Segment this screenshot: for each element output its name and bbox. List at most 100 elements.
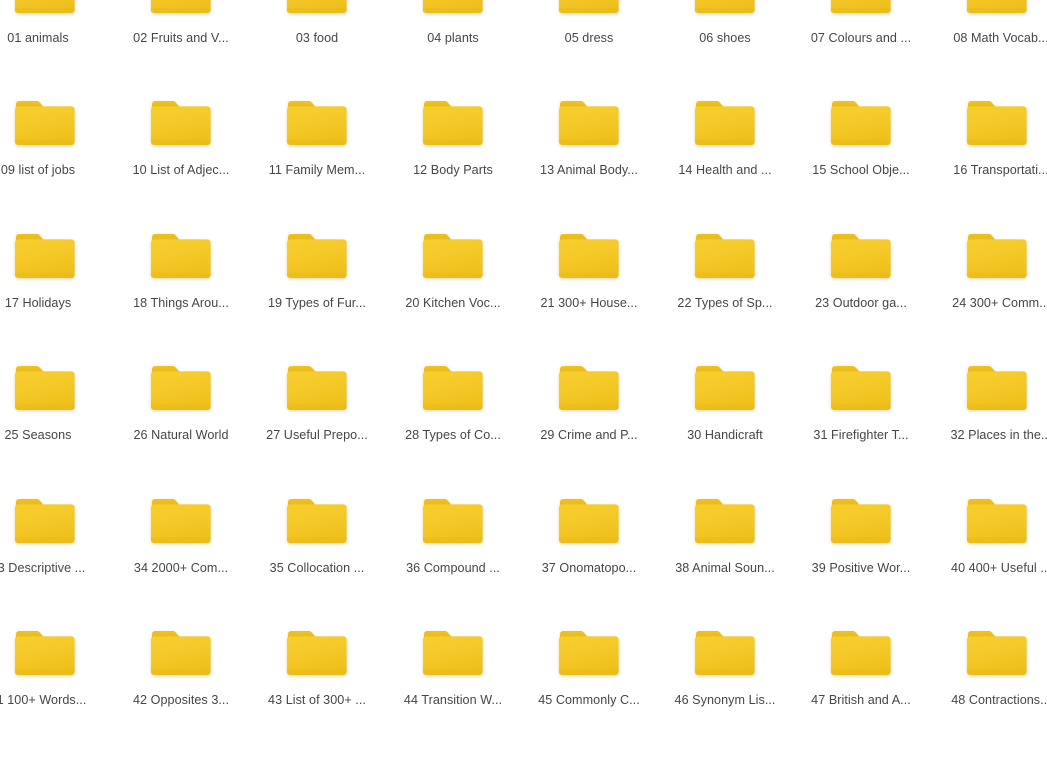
file-item[interactable]: 32 Places in the... [929,360,1047,443]
folder-icon-wrapper[interactable] [793,625,929,687]
file-item[interactable]: 22 Types of Sp... [657,228,793,311]
folder-icon-wrapper[interactable] [793,95,929,157]
file-item[interactable]: 44 Transition W... [385,625,521,708]
file-item[interactable]: 08 Math Vocab... [929,0,1047,46]
file-item[interactable]: 05 dress [521,0,657,46]
folder-icon-wrapper[interactable] [385,625,521,687]
folder-icon-wrapper[interactable] [929,360,1047,422]
file-item[interactable]: 07 Colours and ... [793,0,929,46]
folder-icon-wrapper[interactable] [793,360,929,422]
folder-icon-wrapper[interactable] [249,95,385,157]
file-item[interactable]: 39 Positive Wor... [793,493,929,576]
file-item[interactable]: 31 Firefighter T... [793,360,929,443]
folder-icon-wrapper[interactable] [793,228,929,290]
folder-icon-wrapper[interactable] [113,360,249,422]
file-item[interactable]: 43 List of 300+ ... [249,625,385,708]
file-item[interactable]: 40 400+ Useful ... [929,493,1047,576]
folder-icon-wrapper[interactable] [521,228,657,290]
folder-icon-wrapper[interactable] [0,228,113,290]
folder-icon-wrapper[interactable] [385,0,521,25]
file-item[interactable]: 16 Transportati... [929,95,1047,178]
file-item[interactable]: 25 Seasons [0,360,113,443]
folder-icon-wrapper[interactable] [793,0,929,25]
file-item[interactable]: 34 2000+ Com... [113,493,249,576]
file-item[interactable]: 33 Descriptive ... [0,493,113,576]
folder-icon-wrapper[interactable] [521,625,657,687]
folder-icon-wrapper[interactable] [385,95,521,157]
file-item[interactable]: 14 Health and ... [657,95,793,178]
file-item[interactable]: 35 Collocation ... [249,493,385,576]
folder-icon-wrapper[interactable] [657,95,793,157]
file-item[interactable]: 06 shoes [657,0,793,46]
file-item[interactable]: 03 food [249,0,385,46]
file-item[interactable]: 09 list of jobs [0,95,113,178]
folder-icon-wrapper[interactable] [385,493,521,555]
file-item[interactable]: 24 300+ Comm... [929,228,1047,311]
file-item[interactable]: 38 Animal Soun... [657,493,793,576]
file-item[interactable]: 20 Kitchen Voc... [385,228,521,311]
folder-icon-wrapper[interactable] [0,360,113,422]
folder-icon-wrapper[interactable] [793,493,929,555]
folder-icon-wrapper[interactable] [113,625,249,687]
file-item[interactable]: 10 List of Adjec... [113,95,249,178]
file-item[interactable]: 11 Family Mem... [249,95,385,178]
file-item[interactable]: 30 Handicraft [657,360,793,443]
file-item[interactable]: 27 Useful Prepo... [249,360,385,443]
file-item[interactable]: 01 animals [0,0,113,46]
folder-icon-wrapper[interactable] [249,360,385,422]
folder-icon-wrapper[interactable] [657,0,793,25]
folder-icon-wrapper[interactable] [657,360,793,422]
folder-icon-wrapper[interactable] [113,493,249,555]
folder-icon-wrapper[interactable] [521,493,657,555]
file-item[interactable]: 46 Synonym Lis... [657,625,793,708]
folder-icon-wrapper[interactable] [521,0,657,25]
folder-icon-wrapper[interactable] [0,625,113,687]
folder-icon-wrapper[interactable] [657,228,793,290]
file-item[interactable]: 18 Things Arou... [113,228,249,311]
file-item[interactable]: 13 Animal Body... [521,95,657,178]
folder-icon-wrapper[interactable] [929,228,1047,290]
folder-body [15,106,75,145]
file-item[interactable]: 47 British and A... [793,625,929,708]
file-name-label: 27 Useful Prepo... [266,428,368,442]
file-item[interactable]: 23 Outdoor ga... [793,228,929,311]
folder-icon-wrapper[interactable] [113,0,249,25]
file-item[interactable]: 41 100+ Words... [0,625,113,708]
folder-icon-wrapper[interactable] [249,0,385,25]
folder-icon-wrapper[interactable] [929,625,1047,687]
folder-icon-wrapper[interactable] [385,228,521,290]
folder-icon-wrapper[interactable] [249,625,385,687]
file-item[interactable]: 26 Natural World [113,360,249,443]
folder-icon-wrapper[interactable] [521,95,657,157]
file-item[interactable]: 28 Types of Co... [385,360,521,443]
folder-icon-wrapper[interactable] [929,0,1047,25]
folder-icon-wrapper[interactable] [385,360,521,422]
folder-icon [559,631,619,675]
folder-icon-wrapper[interactable] [521,360,657,422]
file-item[interactable]: 37 Onomatopo... [521,493,657,576]
folder-icon-wrapper[interactable] [113,228,249,290]
file-item[interactable]: 02 Fruits and V... [113,0,249,46]
folder-bottom-edge [559,139,619,145]
file-item[interactable]: 04 plants [385,0,521,46]
file-item[interactable]: 21 300+ House... [521,228,657,311]
folder-icon-wrapper[interactable] [657,625,793,687]
file-item[interactable]: 15 School Obje... [793,95,929,178]
folder-icon-wrapper[interactable] [0,0,113,25]
folder-icon-wrapper[interactable] [657,493,793,555]
file-item[interactable]: 36 Compound ... [385,493,521,576]
file-item[interactable]: 12 Body Parts [385,95,521,178]
folder-icon-wrapper[interactable] [929,493,1047,555]
file-item[interactable]: 17 Holidays [0,228,113,311]
folder-icon-wrapper[interactable] [249,228,385,290]
folder-icon-wrapper[interactable] [0,493,113,555]
file-item[interactable]: 45 Commonly C... [521,625,657,708]
file-item[interactable]: 19 Types of Fur... [249,228,385,311]
file-item[interactable]: 48 Contractions... [929,625,1047,708]
folder-icon-wrapper[interactable] [0,95,113,157]
folder-icon-wrapper[interactable] [929,95,1047,157]
file-item[interactable]: 29 Crime and P... [521,360,657,443]
file-item[interactable]: 42 Opposites 3... [113,625,249,708]
folder-icon-wrapper[interactable] [249,493,385,555]
folder-icon-wrapper[interactable] [113,95,249,157]
